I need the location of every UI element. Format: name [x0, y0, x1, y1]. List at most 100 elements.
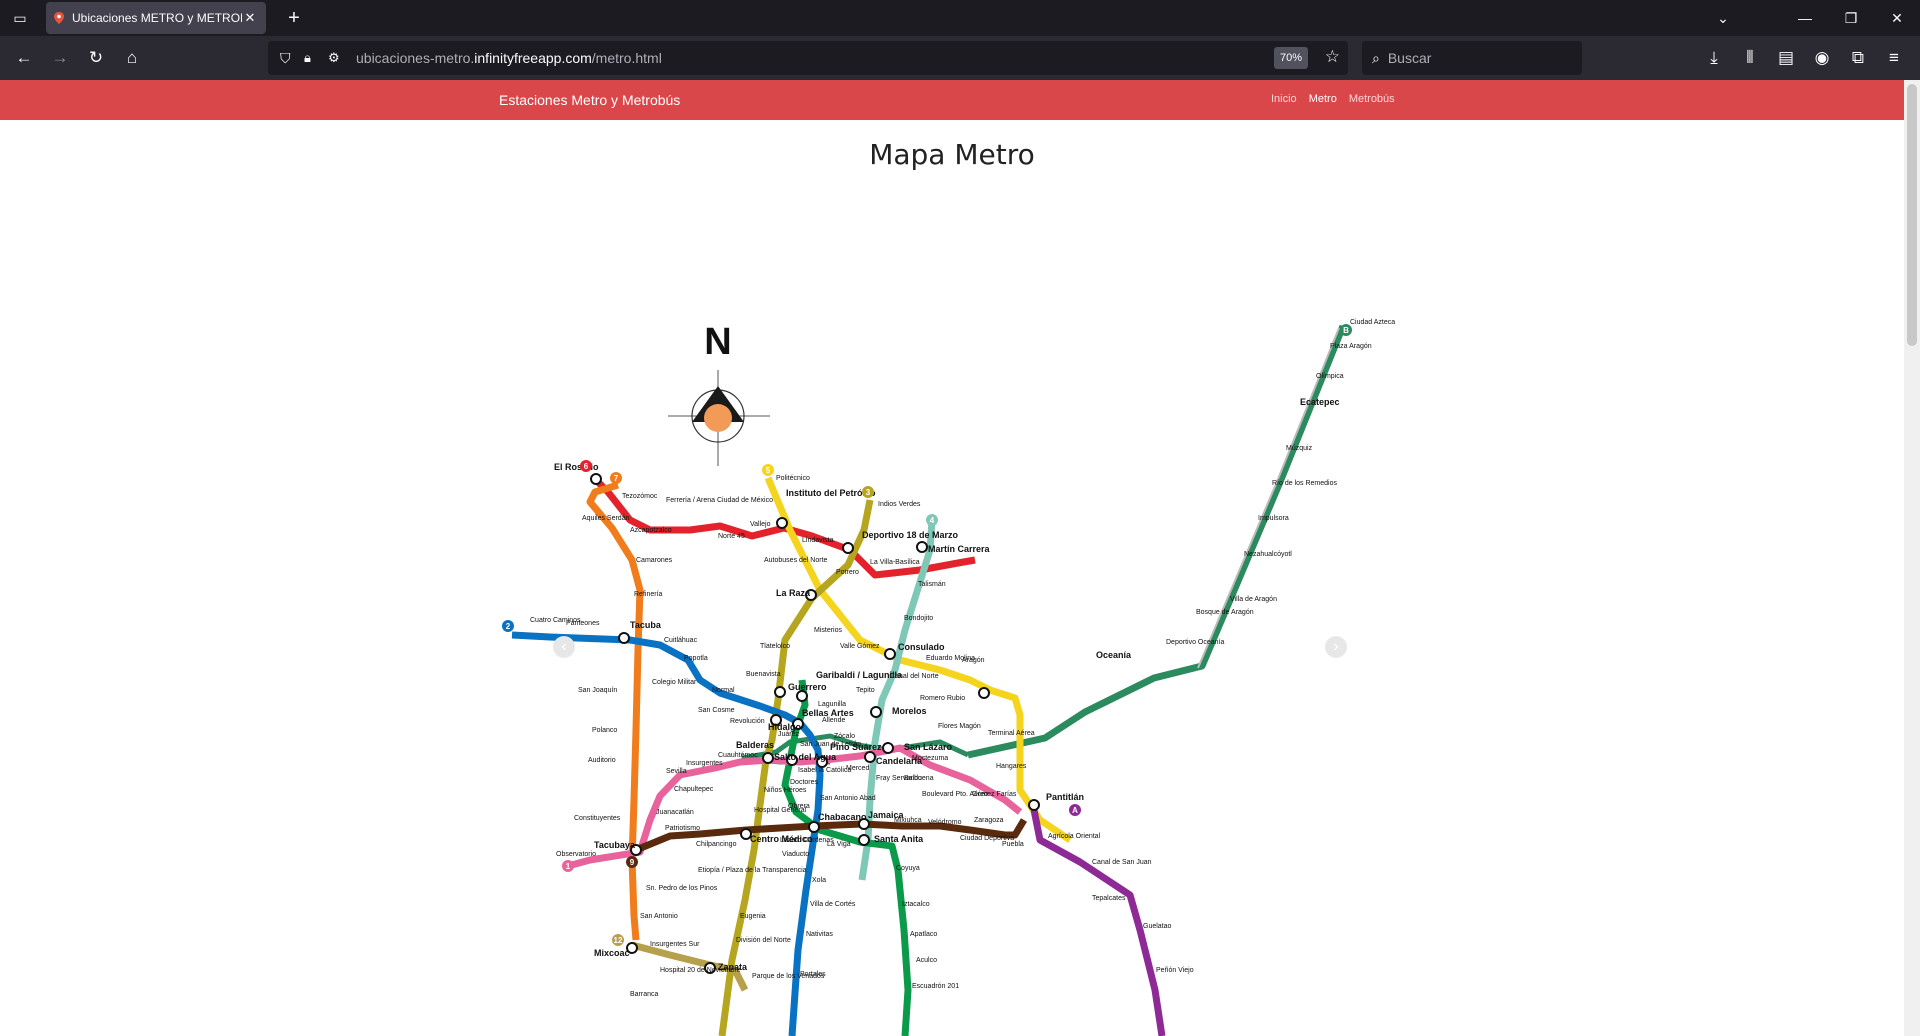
- station-label: Panteones: [566, 620, 600, 627]
- station-label: Balderas: [736, 740, 774, 750]
- station-label: La Villa-Basílica: [870, 559, 920, 566]
- station-label: El Rosario: [554, 462, 599, 472]
- station-label: Aquiles Serdán: [582, 515, 630, 522]
- station-label: Gómez Farías: [972, 791, 1017, 798]
- station-label: Deportivo Oceanía: [1166, 639, 1224, 646]
- station-label: Talismán: [918, 581, 946, 588]
- extensions-icon[interactable]: ⧉: [1844, 44, 1872, 72]
- station-label: Villa de Aragón: [1230, 596, 1277, 603]
- station-label: Río de los Remedios: [1272, 480, 1337, 487]
- station-labels: Ciudad Azteca Plaza Aragón Olímpica Ecatepe…: [530, 319, 1395, 998]
- tab-list-icon[interactable]: ▭: [8, 6, 32, 30]
- station-label: Hangares: [996, 763, 1027, 770]
- station-label: La Viga: [827, 841, 851, 848]
- account-icon[interactable]: ◉: [1808, 44, 1836, 72]
- search-input[interactable]: ⌕ Buscar: [1362, 41, 1582, 75]
- station-label: Azcapotzalco: [630, 527, 672, 534]
- station-label: Lindavista: [802, 537, 834, 544]
- station-label: Canal de San Juan: [1092, 859, 1152, 866]
- url-text[interactable]: ubicaciones-metro.infinityfreeapp.com/me…: [356, 50, 662, 66]
- station-label: Valle Gómez: [840, 643, 880, 650]
- station-label: Moctezuma: [912, 755, 948, 762]
- station-label: Chapultepec: [674, 786, 714, 793]
- restore-icon[interactable]: ❐: [1828, 0, 1874, 36]
- carousel-next-icon[interactable]: ›: [1325, 636, 1347, 658]
- station-label: Bosque de Aragón: [1196, 609, 1254, 616]
- forward-icon[interactable]: →: [46, 44, 74, 72]
- station-label: Doctores: [790, 779, 819, 786]
- station-label: Barranca: [630, 991, 659, 998]
- browser-nav-bar: ← → ↻ ⌂ ⛉ 🔒︎ ⚙ ubicaciones-metro.infinit…: [0, 36, 1920, 80]
- station-label: Misterios: [814, 627, 843, 634]
- station-label: Coyuya: [896, 865, 920, 872]
- station-label: Revolución: [730, 718, 765, 725]
- station-label: Parque de los Venados: [752, 973, 825, 980]
- station-label: Eugenia: [740, 913, 766, 920]
- nav-link-metrobus[interactable]: Metrobús: [1349, 93, 1395, 105]
- station-label: Oceanía: [1096, 650, 1132, 660]
- station-label: Indios Verdes: [878, 501, 921, 508]
- new-tab-icon[interactable]: +: [280, 4, 308, 32]
- station-label: Deportivo 18 de Marzo: [862, 530, 959, 540]
- station-label: San Antonio Abad: [820, 795, 876, 802]
- library-icon[interactable]: ⫴: [1736, 44, 1764, 72]
- line-B: [967, 324, 1347, 759]
- shield-icon[interactable]: ⛉: [280, 50, 291, 67]
- carousel-prev-icon[interactable]: ‹: [553, 636, 575, 658]
- station-label: Cuitláhuac: [664, 637, 698, 644]
- station-label: Buenavista: [746, 671, 781, 678]
- favicon-icon: [54, 12, 64, 24]
- station-label: San Antonio: [640, 913, 678, 920]
- close-window-icon[interactable]: ✕: [1874, 0, 1920, 36]
- station-label: Xola: [812, 877, 826, 884]
- home-icon[interactable]: ⌂: [118, 44, 146, 72]
- site-brand[interactable]: Estaciones Metro y Metrobús: [499, 92, 680, 108]
- station-label: Lagunilla: [818, 701, 846, 708]
- station-label: Iztacalco: [902, 901, 930, 908]
- page-title: Mapa Metro: [869, 138, 1035, 171]
- station-label: Escuadrón 201: [912, 983, 959, 990]
- metro-map: N Ciudad AztecaPlaza AragónOlímpicaEcate…: [502, 319, 1395, 1036]
- station-label: Zapata: [718, 962, 748, 972]
- tab-title: Ubicaciones METRO y METROBÚS: [72, 11, 242, 25]
- station-label: Flores Magón: [938, 723, 981, 730]
- tab-overflow-icon[interactable]: ⌄: [1700, 0, 1746, 36]
- station-label: Potrero: [836, 569, 859, 576]
- bookmark-star-icon[interactable]: ☆: [1325, 47, 1340, 67]
- nav-link-metro[interactable]: Metro: [1309, 93, 1337, 105]
- station-label: Refinería: [634, 591, 663, 598]
- back-icon[interactable]: ←: [10, 44, 38, 72]
- station-label: Pantitlán: [1046, 792, 1084, 802]
- permissions-icon[interactable]: ⚙: [328, 50, 340, 66]
- station-label: Politécnico: [776, 475, 810, 482]
- search-icon: ⌕: [1372, 49, 1380, 66]
- sidebar-icon[interactable]: ▤: [1772, 44, 1800, 72]
- downloads-icon[interactable]: ⤓: [1700, 44, 1728, 72]
- browser-tab[interactable]: Ubicaciones METRO y METROBÚS ✕: [46, 2, 266, 34]
- station-label: Salto del Agua: [774, 752, 837, 762]
- station-label: Hospital General: [754, 807, 807, 814]
- reload-icon[interactable]: ↻: [82, 44, 110, 72]
- station-label: Martín Carrera: [928, 544, 991, 554]
- url-bar[interactable]: ⛉ 🔒︎ ⚙ ubicaciones-metro.infinityfreeapp…: [268, 41, 1348, 75]
- line-badge-label: 7: [614, 474, 619, 483]
- station-label: Observatorio: [556, 851, 596, 858]
- nav-link-inicio[interactable]: Inicio: [1271, 93, 1297, 105]
- lock-icon[interactable]: 🔒︎: [304, 50, 311, 66]
- close-tab-icon[interactable]: ✕: [242, 10, 258, 26]
- minimize-icon[interactable]: —: [1782, 0, 1828, 36]
- station-label: Chabacano: [818, 812, 867, 822]
- station-label: Velódromo: [928, 819, 962, 826]
- station-label: Cuauhtémoc: [718, 752, 758, 759]
- zoom-badge[interactable]: 70%: [1273, 47, 1308, 69]
- scroll-thumb[interactable]: [1907, 84, 1917, 346]
- station-label: Fray Servando: [876, 775, 922, 782]
- station-label: Múzquiz: [1286, 445, 1313, 452]
- station-label: La Raza: [776, 588, 811, 598]
- station-label: Etiopía / Plaza de la Transparencia: [698, 867, 807, 874]
- page-scrollbar[interactable]: [1904, 80, 1920, 1036]
- station-label: Colegio Militar: [652, 679, 697, 686]
- menu-icon[interactable]: ≡: [1880, 44, 1908, 72]
- station-label: Polanco: [592, 727, 617, 734]
- station-label: Insurgentes: [686, 760, 723, 767]
